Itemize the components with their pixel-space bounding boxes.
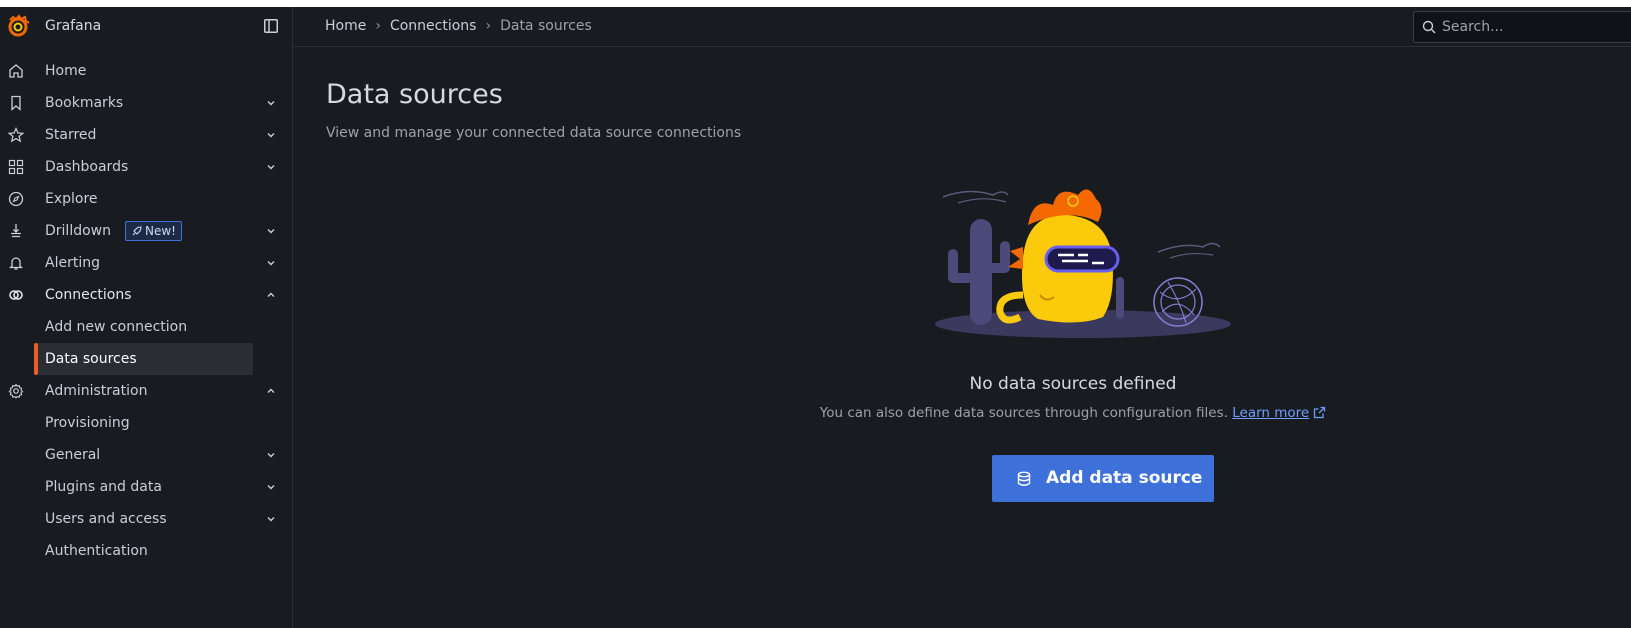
apps-icon xyxy=(8,159,24,175)
breadcrumb-separator: › xyxy=(375,18,381,34)
chevron-down-icon[interactable] xyxy=(266,98,276,108)
sidebar-item-data-sources[interactable]: Data sources xyxy=(0,343,292,375)
chevron-down-icon[interactable] xyxy=(266,130,276,140)
sidebar-item-connections[interactable]: Connections xyxy=(0,279,292,311)
brand: Grafana xyxy=(0,7,292,46)
app-name: Grafana xyxy=(45,18,102,34)
sidebar-item-label: Authentication xyxy=(45,543,148,559)
sidebar-item-home[interactable]: Home xyxy=(0,55,292,87)
main-content: Data sources View and manage your connec… xyxy=(293,47,1631,628)
sidebar-item-label: Administration xyxy=(45,383,148,399)
sidebar-item-explore[interactable]: Explore xyxy=(0,183,292,215)
sidebar-item-label: Plugins and data xyxy=(45,479,162,495)
chevron-down-icon[interactable] xyxy=(266,482,276,492)
grafana-app: Grafana Home Bookmarks Starred Dashboard… xyxy=(0,7,1631,628)
sidebar-item-label: Explore xyxy=(45,191,98,207)
bell-icon xyxy=(8,257,24,270)
chevron-down-icon[interactable] xyxy=(266,162,276,172)
sidebar-item-dashboards[interactable]: Dashboards xyxy=(0,151,292,183)
sidebar-item-drilldown[interactable]: Drilldown New! xyxy=(0,215,292,247)
link-icon xyxy=(9,290,23,300)
breadcrumb: Home › Connections › Data sources xyxy=(325,18,592,34)
database-icon xyxy=(1017,471,1031,486)
add-data-source-label: Add data source xyxy=(1046,468,1203,488)
page-title: Data sources xyxy=(326,79,503,110)
chevron-down-icon[interactable] xyxy=(266,226,276,236)
breadcrumb-current: Data sources xyxy=(500,18,592,34)
breadcrumb-connections[interactable]: Connections xyxy=(390,18,477,34)
sidebar-item-label: Home xyxy=(45,63,87,79)
cog-icon xyxy=(8,383,24,399)
sidebar-item-users-and-access[interactable]: Users and access xyxy=(0,503,292,535)
new-badge: New! xyxy=(125,221,182,241)
sidebar-item-label: Drilldown xyxy=(45,223,111,239)
sidebar-item-label: Alerting xyxy=(45,255,100,271)
empty-state-description: You can also define data sources through… xyxy=(819,405,1228,421)
sidebar-item-starred[interactable]: Starred xyxy=(0,119,292,151)
search-placeholder: Search... xyxy=(1442,19,1504,35)
page-subtitle: View and manage your connected data sour… xyxy=(326,125,742,141)
sidebar: Grafana Home Bookmarks Starred Dashboard… xyxy=(0,7,293,628)
breadcrumb-separator: › xyxy=(485,18,492,34)
chevron-up-icon[interactable] xyxy=(266,290,276,300)
rocket-icon xyxy=(132,226,142,236)
sidebar-item-bookmarks[interactable]: Bookmarks xyxy=(0,87,292,119)
sidebar-item-label: Data sources xyxy=(45,351,137,367)
empty-state-illustration xyxy=(935,189,1231,338)
sidebar-item-alerting[interactable]: Alerting xyxy=(0,247,292,279)
sidebar-item-provisioning[interactable]: Provisioning xyxy=(0,407,292,439)
bookmark-icon xyxy=(11,95,21,111)
star-icon xyxy=(8,127,24,143)
chevron-down-icon[interactable] xyxy=(266,258,276,268)
chevron-down-icon[interactable] xyxy=(266,514,276,524)
add-data-source-button[interactable]: Add data source xyxy=(992,455,1214,502)
grafana-logo-icon[interactable] xyxy=(6,14,30,38)
sidebar-item-administration[interactable]: Administration xyxy=(0,375,292,407)
active-indicator xyxy=(34,343,38,375)
empty-state-text: You can also define data sources through… xyxy=(793,405,1353,421)
external-link-icon[interactable] xyxy=(1313,406,1326,419)
badge-label: New! xyxy=(145,224,176,238)
drilldown-icon xyxy=(11,224,21,238)
search-input[interactable]: Search... xyxy=(1413,11,1631,43)
nav-menu: Home Bookmarks Starred Dashboards Explor… xyxy=(0,55,292,567)
sidebar-item-label: Starred xyxy=(45,127,97,143)
sidebar-item-general[interactable]: General xyxy=(0,439,292,471)
sidebar-item-label: Dashboards xyxy=(45,159,129,175)
compass-icon xyxy=(8,191,24,207)
sidebar-item-label: Users and access xyxy=(45,511,167,527)
empty-state-title: No data sources defined xyxy=(969,374,1177,394)
sidebar-item-plugins-and-data[interactable]: Plugins and data xyxy=(0,471,292,503)
chevron-up-icon[interactable] xyxy=(266,386,276,396)
sidebar-item-label: Connections xyxy=(45,287,132,303)
dock-menu-icon[interactable] xyxy=(264,19,278,33)
search-icon xyxy=(1422,20,1436,34)
sidebar-item-label: Bookmarks xyxy=(45,95,124,111)
breadcrumb-home[interactable]: Home xyxy=(325,18,366,34)
learn-more-link[interactable]: Learn more xyxy=(1232,405,1309,421)
sidebar-item-label: General xyxy=(45,447,101,463)
sidebar-item-label: Add new connection xyxy=(45,319,188,335)
home-icon xyxy=(9,64,23,78)
sidebar-item-authentication[interactable]: Authentication xyxy=(0,535,292,567)
sidebar-item-label: Provisioning xyxy=(45,415,130,431)
top-bar: Home › Connections › Data sources Search... xyxy=(293,7,1631,47)
sidebar-item-add-new-connection[interactable]: Add new connection xyxy=(0,311,292,343)
chevron-down-icon[interactable] xyxy=(266,450,276,460)
